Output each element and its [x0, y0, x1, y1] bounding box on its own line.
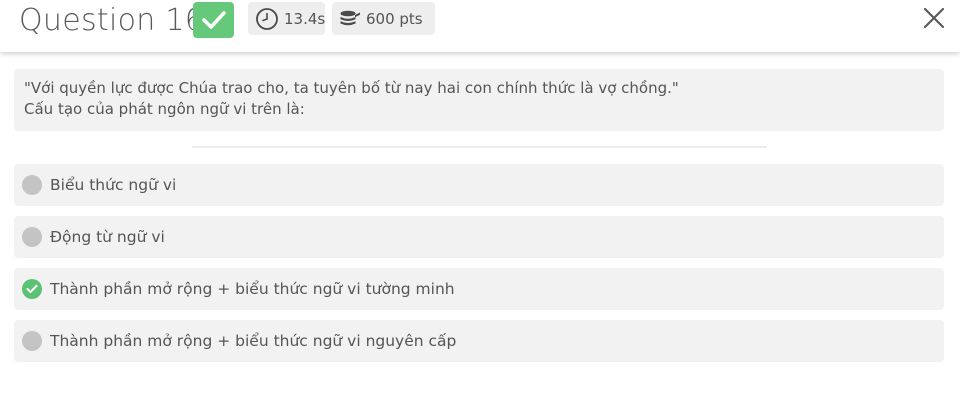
check-icon: [201, 11, 226, 29]
points-value: 600 pts: [366, 9, 423, 28]
points-pill: 600 pts: [332, 2, 435, 35]
question-title: Question 16: [19, 3, 205, 38]
correct-badge: [193, 2, 234, 38]
time-value: 13.4s: [284, 9, 326, 28]
clock-icon: [255, 7, 279, 31]
check-circle-icon: [22, 279, 42, 299]
answer-option-1[interactable]: Biểu thức ngữ vi: [14, 164, 944, 206]
answer-option-2[interactable]: Động từ ngữ vi: [14, 216, 944, 258]
close-button[interactable]: [920, 4, 948, 32]
time-pill: 13.4s: [248, 2, 325, 35]
question-text-box: "Với quyền lực được Chúa trao cho, ta tu…: [14, 69, 944, 131]
close-icon: [923, 7, 945, 29]
divider: [192, 146, 767, 148]
question-header: Question 16 13.4s 600 pts: [0, 0, 960, 52]
answer-option-label: Động từ ngữ vi: [50, 228, 165, 246]
coins-icon: [339, 9, 361, 29]
answer-option-3[interactable]: Thành phần mở rộng + biểu thức ngữ vi tư…: [14, 268, 944, 310]
answer-option-label: Biểu thức ngữ vi: [50, 176, 177, 194]
radio-unselected-icon: [22, 175, 42, 195]
question-quote: "Với quyền lực được Chúa trao cho, ta tu…: [24, 79, 679, 97]
answer-option-4[interactable]: Thành phần mở rộng + biểu thức ngữ vi ng…: [14, 320, 944, 362]
radio-unselected-icon: [22, 227, 42, 247]
radio-unselected-icon: [22, 331, 42, 351]
answer-option-label: Thành phần mở rộng + biểu thức ngữ vi ng…: [50, 332, 457, 350]
answer-option-label: Thành phần mở rộng + biểu thức ngữ vi tư…: [50, 280, 455, 298]
question-prompt: Cấu tạo của phát ngôn ngữ vi trên là:: [24, 100, 305, 118]
